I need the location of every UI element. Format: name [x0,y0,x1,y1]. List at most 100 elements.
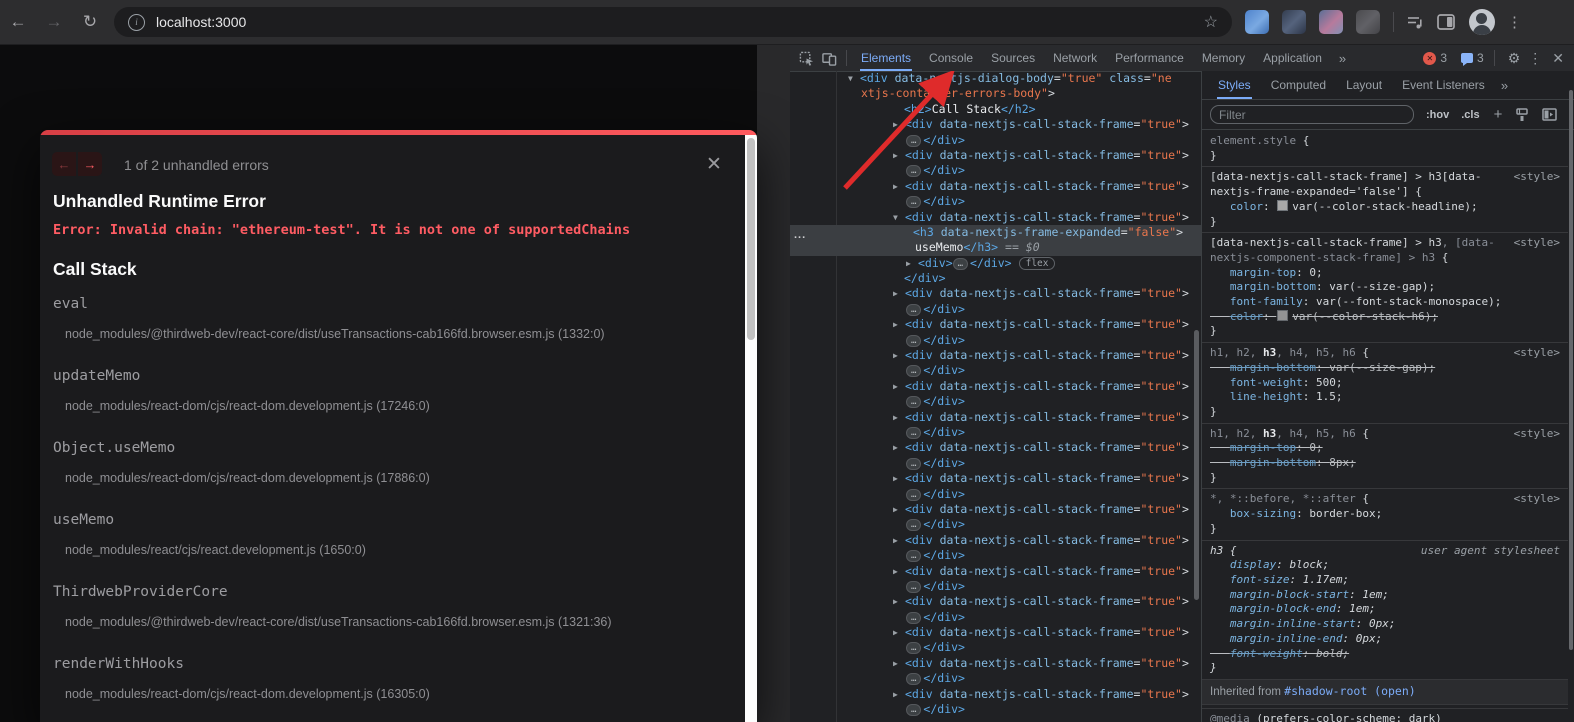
dom-tree-line[interactable]: ▶<div data-nextjs-call-stack-frame="true… [790,286,1201,301]
css-rule-line[interactable]: margin-inline-start: 0px; [1202,617,1568,632]
css-rule-line[interactable]: <style>[data-nextjs-call-stack-frame] > … [1202,232,1568,251]
dom-tree-line[interactable]: …</div> [790,425,1201,440]
css-rule-line[interactable]: <style>h1, h2, h3, h4, h5, h6 { [1202,342,1568,361]
toggle-class-button[interactable]: .cls [1461,109,1479,121]
expand-arrow-icon[interactable]: ▶ [893,410,905,425]
inline-content-pill[interactable]: … [906,396,921,408]
dom-tree-line[interactable]: …</div> [790,548,1201,563]
close-overlay-icon[interactable]: ✕ [706,153,722,176]
expand-arrow-icon[interactable]: ▶ [893,533,905,548]
css-rule-line[interactable]: } [1202,149,1568,164]
dom-tree-line[interactable]: ▶<div data-nextjs-call-stack-frame="true… [790,117,1201,132]
inspect-element-icon[interactable] [799,51,814,66]
color-swatch[interactable] [1277,310,1288,321]
css-rule-line[interactable]: box-sizing: border-box; [1202,507,1568,522]
devtools-tab[interactable]: Sources [982,45,1044,71]
console-errors-count[interactable]: 3 [1440,51,1447,65]
expand-arrow-icon[interactable]: ▶ [906,256,918,271]
new-style-rule-icon[interactable]: + [1494,108,1503,122]
dom-tree-line[interactable]: ▶<div>…</div>flex [790,256,1201,271]
style-source-link[interactable]: <style> [1514,492,1560,507]
dom-tree-line[interactable]: ▶<div data-nextjs-call-stack-frame="true… [790,594,1201,609]
extension-icon-3[interactable] [1319,10,1343,34]
elements-scrollbar-thumb[interactable] [1194,330,1199,600]
css-rule-line[interactable]: user agent stylesheeth3 { [1202,540,1568,559]
devtools-tab[interactable]: Console [920,45,982,71]
extension-icon-4[interactable] [1356,10,1380,34]
dom-tree-line[interactable]: ▼<div data-nextjs-dialog-body="true" cla… [790,71,1201,86]
forward-icon[interactable]: → [36,12,72,32]
dom-tree-line[interactable]: …</div> [790,579,1201,594]
device-toolbar-icon[interactable] [822,51,837,66]
inline-content-pill[interactable]: … [953,258,968,270]
dom-tree-line[interactable]: …</div> [790,394,1201,409]
rendering-emulation-icon[interactable] [1515,108,1529,122]
css-rule-line[interactable]: color: var(--color-stack-headline); [1202,200,1568,215]
css-rule-line[interactable]: color: var(--color-stack-h6); [1202,310,1568,325]
expand-arrow-icon[interactable]: ▶ [893,348,905,363]
color-swatch[interactable] [1277,200,1288,211]
css-rule-line[interactable]: margin-block-end: 1em; [1202,602,1568,617]
inline-content-pill[interactable]: … [906,489,921,501]
css-rule-line[interactable]: <style>h1, h2, h3, h4, h5, h6 { [1202,423,1568,442]
expand-arrow-icon[interactable]: ▶ [893,317,905,332]
bookmark-star-icon[interactable]: ☆ [1204,12,1218,32]
shadow-root-link[interactable]: #shadow-root (open) [1284,684,1416,698]
css-rule-line[interactable]: font-weight: 500; [1202,376,1568,391]
expand-arrow-icon[interactable]: ▶ [893,179,905,194]
dom-tree-line[interactable]: ▶<div data-nextjs-call-stack-frame="true… [790,687,1201,702]
dialog-scrollbar-thumb[interactable] [747,138,755,340]
console-messages-count[interactable]: 3 [1477,51,1484,65]
dom-tree-line[interactable]: ▶<div data-nextjs-call-stack-frame="true… [790,348,1201,363]
inline-content-pill[interactable]: … [906,135,921,147]
computed-sidebar-toggle-icon[interactable] [1542,108,1557,121]
dom-tree-line[interactable]: …</div> [790,194,1201,209]
styles-scrollbar-thumb[interactable] [1569,90,1573,650]
dom-tree-line[interactable]: xtjs-container-errors-body"> [790,86,1201,101]
dom-tree-line[interactable]: </div> [790,271,1201,286]
inline-content-pill[interactable]: … [906,519,921,531]
expand-arrow-icon[interactable]: ▶ [893,594,905,609]
css-rule-line[interactable]: margin-bottom: var(--size-gap); [1202,361,1568,376]
css-rule-line[interactable]: } [1202,405,1568,420]
css-rule-line[interactable]: } [1202,215,1568,230]
styles-sidebar-tab[interactable]: Event Listeners [1392,71,1495,99]
extension-icon-1[interactable] [1245,10,1269,34]
dom-tree-line[interactable]: <h3 data-nextjs-frame-expanded="false"> [790,225,1201,240]
expand-arrow-icon[interactable]: ▶ [893,117,905,132]
inline-content-pill[interactable]: … [906,458,921,470]
expand-arrow-icon[interactable]: ▶ [893,440,905,455]
inline-content-pill[interactable]: … [906,612,921,624]
devtools-tab[interactable]: Memory [1193,45,1254,71]
selected-node-more-icon[interactable]: ... [794,229,806,241]
css-rule-line[interactable]: font-family: var(--font-stack-monospace)… [1202,295,1568,310]
expand-arrow-icon[interactable]: ▶ [893,564,905,579]
css-rule-line[interactable]: font-size: 1.17em; [1202,573,1568,588]
dom-tree-line[interactable]: …</div> [790,133,1201,148]
devtools-tab[interactable]: Elements [852,45,920,71]
css-rule-line[interactable]: nextjs-component-stack-frame] > h3 { [1202,251,1568,266]
dom-tree-line[interactable]: …</div> [790,640,1201,655]
styles-sidebar-tab[interactable]: Styles [1208,71,1261,99]
devtools-close-icon[interactable]: ✕ [1552,50,1564,67]
back-icon[interactable]: ← [0,12,36,32]
reload-icon[interactable]: ↻ [72,12,108,32]
inline-content-pill[interactable]: … [906,304,921,316]
stylesheet-origin-label[interactable]: user agent stylesheet [1421,544,1560,559]
expand-arrow-icon[interactable]: ▶ [893,471,905,486]
css-rule-line[interactable]: line-height: 1.5; [1202,390,1568,405]
css-rule-line[interactable]: display: block; [1202,558,1568,573]
dom-tree-line[interactable]: …</div> [790,702,1201,717]
dom-tree-line[interactable]: ▶<div data-nextjs-call-stack-frame="true… [790,471,1201,486]
more-sidebar-tabs-icon[interactable]: » [1495,78,1514,93]
devtools-menu-icon[interactable]: ⋮ [1528,50,1542,67]
inline-content-pill[interactable]: … [906,427,921,439]
dom-tree-line[interactable]: ▶<div data-nextjs-call-stack-frame="true… [790,533,1201,548]
dom-tree-line[interactable]: …</div> [790,517,1201,532]
styles-sidebar-tab[interactable]: Layout [1336,71,1392,99]
expand-arrow-icon[interactable]: ▶ [893,656,905,671]
dom-tree-line[interactable]: …</div> [790,363,1201,378]
css-rule-line[interactable]: Inherited from #shadow-root (open) [1202,679,1568,705]
next-error-button[interactable]: → [78,152,102,176]
css-rule-line[interactable]: element.style { [1202,131,1568,149]
